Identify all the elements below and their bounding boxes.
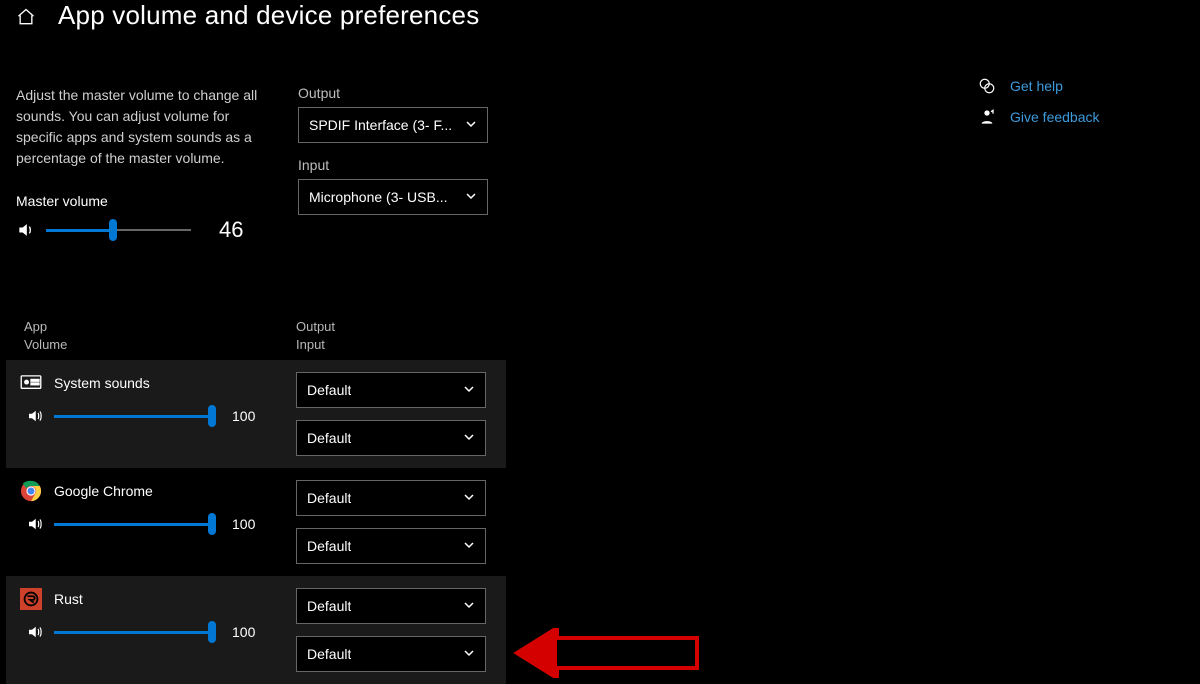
app-name: Google Chrome bbox=[54, 483, 153, 499]
chevron-down-icon bbox=[465, 189, 477, 205]
home-icon[interactable] bbox=[16, 7, 36, 27]
speaker-icon[interactable] bbox=[26, 623, 44, 641]
app-icon bbox=[20, 372, 42, 394]
app-output-dropdown[interactable]: Default bbox=[296, 372, 486, 408]
chevron-down-icon bbox=[463, 430, 475, 446]
output-label: Output bbox=[298, 85, 518, 101]
app-name: System sounds bbox=[54, 375, 150, 391]
annotation-arrow bbox=[512, 628, 702, 681]
app-volume-value: 100 bbox=[232, 624, 255, 640]
page-title: App volume and device preferences bbox=[58, 0, 479, 31]
app-volume-value: 100 bbox=[232, 516, 255, 532]
app-output-dropdown[interactable]: Default bbox=[296, 480, 486, 516]
input-device-dropdown[interactable]: Microphone (3- USB... bbox=[298, 179, 488, 215]
output-device-dropdown[interactable]: SPDIF Interface (3- F... bbox=[298, 107, 488, 143]
app-volume-slider[interactable] bbox=[54, 512, 212, 536]
give-feedback-link[interactable]: Give feedback bbox=[978, 109, 1100, 125]
input-device-value: Microphone (3- USB... bbox=[309, 189, 448, 205]
apps-header: App Volume Output Input bbox=[6, 318, 506, 360]
app-output-dropdown[interactable]: Default bbox=[296, 588, 486, 624]
help-section: Get help Give feedback bbox=[978, 77, 1100, 139]
app-volume-list: App Volume Output Input System sounds 10… bbox=[6, 318, 506, 684]
master-volume-slider[interactable] bbox=[46, 218, 191, 242]
speaker-icon[interactable] bbox=[26, 407, 44, 425]
get-help-link[interactable]: Get help bbox=[978, 77, 1100, 95]
master-volume-label: Master volume bbox=[16, 193, 288, 209]
app-row: System sounds 100 Default Default bbox=[6, 360, 506, 468]
app-name: Rust bbox=[54, 591, 83, 607]
output-device-value: SPDIF Interface (3- F... bbox=[309, 117, 452, 133]
app-input-dropdown[interactable]: Default bbox=[296, 636, 486, 672]
app-input-dropdown[interactable]: Default bbox=[296, 420, 486, 456]
app-volume-value: 100 bbox=[232, 408, 255, 424]
chevron-down-icon bbox=[465, 117, 477, 133]
help-icon bbox=[978, 77, 996, 95]
speaker-icon[interactable] bbox=[26, 515, 44, 533]
master-volume-value: 46 bbox=[219, 217, 243, 243]
app-icon bbox=[20, 588, 42, 610]
app-input-dropdown[interactable]: Default bbox=[296, 528, 486, 564]
page-description: Adjust the master volume to change all s… bbox=[16, 85, 276, 169]
input-label: Input bbox=[298, 157, 518, 173]
app-volume-slider[interactable] bbox=[54, 620, 212, 644]
chevron-down-icon bbox=[463, 598, 475, 614]
chevron-down-icon bbox=[463, 382, 475, 398]
chevron-down-icon bbox=[463, 646, 475, 662]
app-volume-slider[interactable] bbox=[54, 404, 212, 428]
chevron-down-icon bbox=[463, 538, 475, 554]
chevron-down-icon bbox=[463, 490, 475, 506]
app-icon bbox=[20, 480, 42, 502]
page-header: App volume and device preferences bbox=[0, 0, 1200, 37]
app-row: Google Chrome 100 Default Default bbox=[6, 468, 506, 576]
speaker-icon[interactable] bbox=[16, 220, 36, 240]
feedback-icon bbox=[978, 109, 996, 125]
app-row: Rust 100 Default Default bbox=[6, 576, 506, 684]
